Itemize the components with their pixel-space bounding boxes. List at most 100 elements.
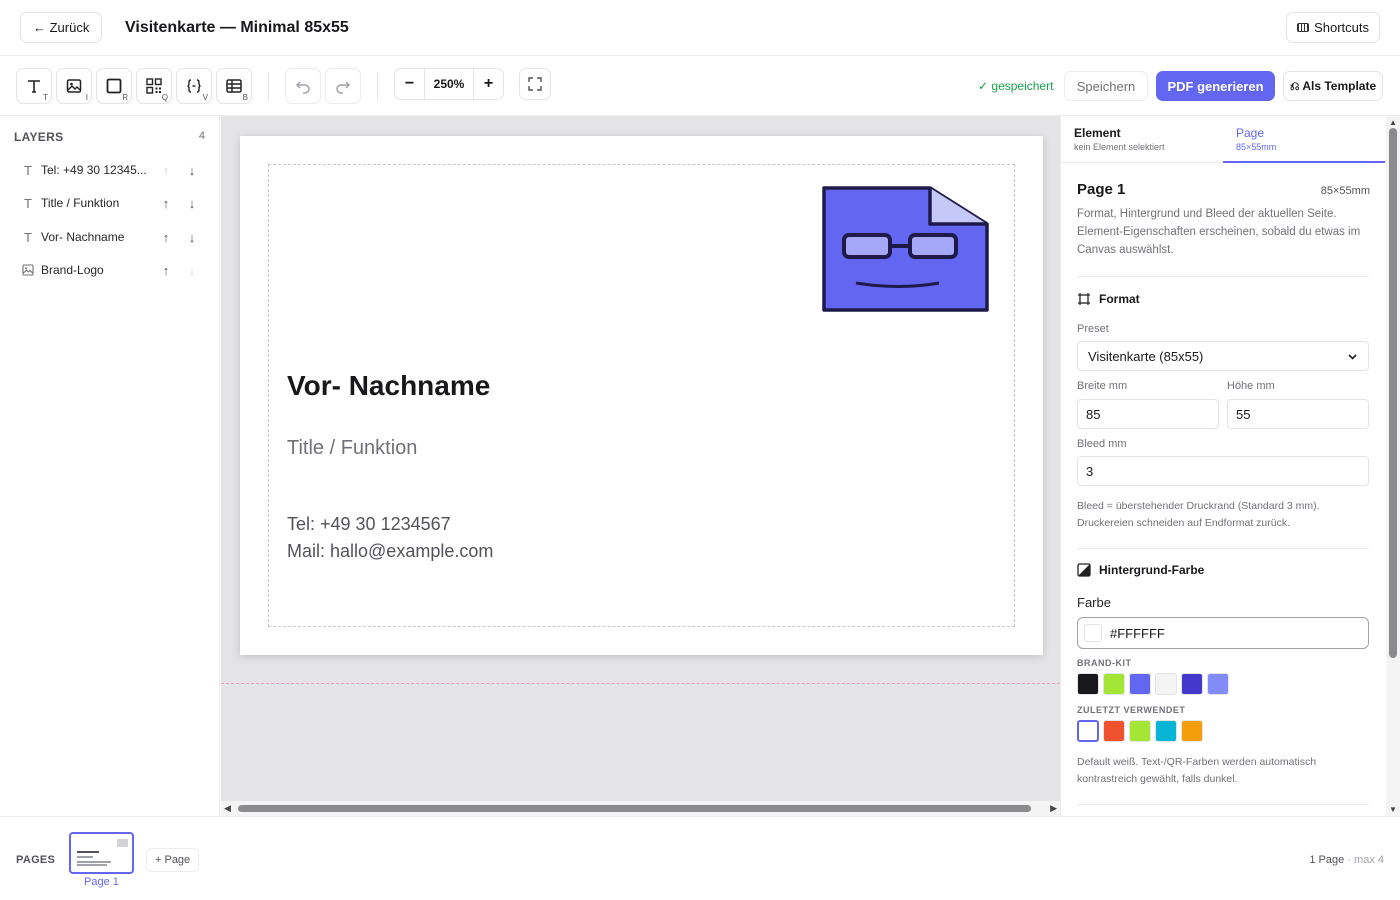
layer-label: Title / Funktion	[41, 196, 120, 210]
thumbnail-line	[77, 851, 99, 853]
layer-item[interactable]: T Vor- Nachname ↑ ↓	[14, 223, 210, 251]
preset-select[interactable]: Visitenkarte (85x55)	[1077, 341, 1369, 371]
tab-sublabel: 85×55mm	[1236, 142, 1277, 152]
tab-element[interactable]: Element kein Element selektiert	[1061, 116, 1223, 163]
divider	[1077, 804, 1369, 805]
horizontal-scrollbar[interactable]: ◀ ▶	[221, 801, 1060, 816]
bleed-field[interactable]: 3	[1077, 456, 1369, 486]
page-thumbnail-label[interactable]: Page 1	[84, 876, 119, 888]
properties-panel: Element kein Element selektiert Page 85×…	[1060, 116, 1400, 816]
page-thumbnail[interactable]	[69, 832, 134, 874]
card-mail-text[interactable]: Mail: hallo@example.com	[287, 541, 493, 562]
text-icon: T	[24, 195, 32, 211]
canvas-area[interactable]: Vor- Nachname Title / Funktion Tel: +49 …	[221, 116, 1060, 801]
shortcuts-button[interactable]: Shortcuts	[1286, 12, 1380, 43]
move-up-button[interactable]: ↑	[153, 230, 179, 245]
qr-code-icon	[146, 78, 162, 94]
card-page[interactable]: Vor- Nachname Title / Funktion Tel: +49 …	[240, 136, 1043, 655]
move-up-button[interactable]: ↑	[153, 263, 179, 278]
toolbar-divider	[377, 72, 378, 100]
move-up-button[interactable]: ↑	[153, 196, 179, 211]
zoom-in-button[interactable]: +	[474, 69, 503, 99]
layer-item[interactable]: T Title / Funktion ↑ ↓	[14, 189, 210, 217]
tab-label: Element	[1074, 126, 1121, 140]
color-swatch-selected[interactable]	[1077, 720, 1099, 742]
table-icon	[226, 79, 242, 93]
crop-frame-icon	[1078, 293, 1090, 305]
color-swatch[interactable]	[1129, 673, 1151, 695]
text-tool-button[interactable]: T	[16, 68, 52, 104]
move-up-button[interactable]: ↑	[153, 163, 179, 178]
layer-label: Vor- Nachname	[41, 230, 125, 244]
panel-tabs: Element kein Element selektiert Page 85×…	[1061, 116, 1386, 163]
brand-kit-label: BRAND-KIT	[1077, 658, 1132, 668]
variable-tool-button[interactable]: V	[176, 68, 212, 104]
card-title-text[interactable]: Title / Funktion	[287, 437, 417, 460]
save-as-template-button[interactable]: ⎌ Als Template	[1283, 71, 1383, 101]
shortcuts-label: Shortcuts	[1314, 20, 1369, 35]
image-tool-button[interactable]: I	[56, 68, 92, 104]
scroll-right-icon[interactable]: ▶	[1050, 803, 1057, 814]
preset-label: Preset	[1077, 323, 1109, 335]
undo-icon	[295, 81, 310, 94]
layer-label: Tel: +49 30 12345...	[41, 163, 147, 177]
color-swatch[interactable]	[1103, 673, 1125, 695]
page-size: 85×55mm	[1320, 185, 1370, 197]
card-phone-text[interactable]: Tel: +49 30 1234567	[287, 514, 451, 535]
color-swatch[interactable]	[1129, 720, 1151, 742]
undo-button[interactable]	[285, 68, 321, 104]
scrollbar-thumb[interactable]	[1389, 128, 1397, 658]
zoom-level: 250%	[424, 69, 474, 99]
color-swatch[interactable]	[1181, 720, 1203, 742]
zoom-out-button[interactable]: −	[395, 69, 424, 99]
saved-status: ✓ gespeichert	[978, 79, 1054, 93]
add-page-button[interactable]: + Page	[146, 848, 200, 872]
color-swatch-preview[interactable]	[1084, 624, 1102, 642]
thumbnail-line	[77, 861, 111, 863]
redo-button[interactable]	[325, 68, 361, 104]
color-swatch[interactable]	[1207, 673, 1229, 695]
color-field[interactable]: #FFFFFF	[1077, 617, 1369, 649]
background-color-icon	[1077, 563, 1091, 577]
height-label: Höhe mm	[1227, 380, 1275, 392]
back-button[interactable]: ← Zurück	[20, 12, 103, 43]
save-button[interactable]: Speichern	[1064, 71, 1148, 101]
table-tool-button[interactable]: B	[216, 68, 252, 104]
color-swatch[interactable]	[1155, 673, 1177, 695]
tab-label: Page	[1236, 126, 1265, 140]
keyboard-icon	[1297, 23, 1310, 32]
tab-page[interactable]: Page 85×55mm	[1223, 116, 1385, 163]
scroll-up-icon[interactable]: ▲	[1389, 118, 1397, 127]
page-count: 1 Page · max 4	[1309, 854, 1384, 866]
scroll-left-icon[interactable]: ◀	[224, 803, 231, 814]
thumbnail-line	[77, 864, 107, 866]
scrollbar-thumb[interactable]	[238, 805, 1031, 812]
color-value: #FFFFFF	[1110, 625, 1165, 641]
square-icon	[106, 78, 122, 94]
layer-item[interactable]: T Tel: +49 30 12345... ↑ ↓	[14, 156, 210, 184]
qr-tool-button[interactable]: Q	[136, 68, 172, 104]
shortcut-key: Q	[161, 93, 168, 102]
layer-item[interactable]: Brand-Logo ↑ ↓	[14, 256, 210, 284]
page-title: Page 1	[1077, 181, 1126, 198]
move-down-button[interactable]: ↓	[179, 163, 205, 178]
height-field[interactable]: 55	[1227, 399, 1369, 429]
generate-pdf-button[interactable]: PDF generieren	[1156, 71, 1275, 101]
width-field[interactable]: 85	[1077, 399, 1219, 429]
brand-logo[interactable]	[822, 186, 989, 313]
color-swatch[interactable]	[1077, 673, 1099, 695]
fit-to-screen-button[interactable]	[519, 68, 551, 100]
toolbar-divider	[268, 72, 269, 100]
move-down-button[interactable]: ↓	[179, 263, 205, 278]
move-down-button[interactable]: ↓	[179, 196, 205, 211]
color-swatch[interactable]	[1155, 720, 1177, 742]
redo-icon	[336, 81, 351, 94]
color-swatch[interactable]	[1181, 673, 1203, 695]
scroll-down-icon[interactable]: ▼	[1389, 805, 1397, 814]
card-name-text[interactable]: Vor- Nachname	[287, 370, 490, 402]
color-swatch[interactable]	[1103, 720, 1125, 742]
move-down-button[interactable]: ↓	[179, 230, 205, 245]
background-heading: Hintergrund-Farbe	[1099, 563, 1205, 577]
vertical-scrollbar[interactable]: ▲ ▼	[1386, 116, 1400, 816]
rect-tool-button[interactable]: R	[96, 68, 132, 104]
